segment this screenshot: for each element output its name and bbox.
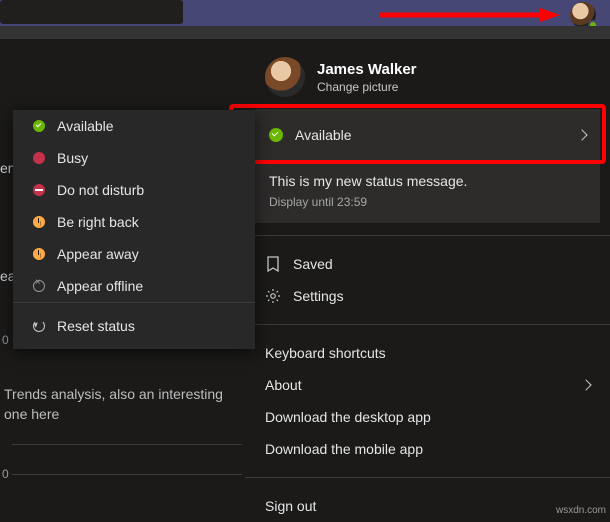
menu-separator xyxy=(245,235,610,236)
status-message-expiry: Display until 23:59 xyxy=(269,195,586,209)
status-option-dnd[interactable]: Do not disturb xyxy=(13,174,255,206)
profile-header: James Walker Change picture xyxy=(245,39,610,109)
status-option-busy[interactable]: Busy xyxy=(13,142,255,174)
status-submenu: Available Busy Do not disturb Be right b… xyxy=(13,110,255,349)
status-message-text: This is my new status message. xyxy=(269,173,586,189)
bg-divider xyxy=(12,474,242,475)
menu-download-mobile[interactable]: Download the mobile app xyxy=(245,433,610,465)
status-selector[interactable]: Available xyxy=(255,109,600,161)
change-picture-link[interactable]: Change picture xyxy=(317,80,417,94)
status-current-label: Available xyxy=(295,127,352,143)
presence-away-icon xyxy=(33,248,45,260)
status-option-away[interactable]: Appear away xyxy=(13,238,255,270)
presence-busy-icon xyxy=(33,152,45,164)
status-option-label: Do not disturb xyxy=(57,182,144,198)
profile-menu-panel: James Walker Change picture Available Th… xyxy=(245,39,610,518)
status-option-available[interactable]: Available xyxy=(13,110,255,142)
menu-label: Sign out xyxy=(265,498,316,514)
menu-label: Download the desktop app xyxy=(265,409,431,425)
bookmark-icon xyxy=(265,256,281,272)
status-reset-label: Reset status xyxy=(57,318,135,334)
search-region[interactable] xyxy=(0,0,183,24)
menu-label: Keyboard shortcuts xyxy=(265,345,386,361)
menu-keyboard-shortcuts[interactable]: Keyboard shortcuts xyxy=(245,337,610,369)
watermark: wsxdn.com xyxy=(556,505,606,516)
status-reset[interactable]: Reset status xyxy=(13,303,255,349)
menu-label: Download the mobile app xyxy=(265,441,423,457)
annotation-arrow xyxy=(380,8,560,22)
tabstrip-bg xyxy=(0,26,610,39)
status-option-label: Appear offline xyxy=(57,278,143,294)
status-option-offline[interactable]: Appear offline xyxy=(13,270,255,302)
title-bar xyxy=(0,0,610,26)
chevron-right-icon xyxy=(576,129,587,140)
menu-separator xyxy=(245,477,610,478)
bg-text-snippet: Trends analysis, also an interesting one… xyxy=(0,384,240,424)
gear-icon xyxy=(265,288,281,304)
status-option-label: Available xyxy=(57,118,114,134)
chevron-right-icon xyxy=(580,379,591,390)
menu-separator xyxy=(245,324,610,325)
bg-axis-tick: 0 xyxy=(2,467,9,481)
menu-label: Saved xyxy=(293,256,333,272)
menu-label: Settings xyxy=(293,288,344,304)
menu-download-desktop[interactable]: Download the desktop app xyxy=(245,401,610,433)
profile-avatar-button[interactable] xyxy=(570,2,596,28)
presence-available-icon xyxy=(33,120,45,132)
presence-dnd-icon xyxy=(33,184,45,196)
status-option-label: Be right back xyxy=(57,214,139,230)
menu-about[interactable]: About xyxy=(245,369,610,401)
profile-avatar[interactable] xyxy=(265,57,305,97)
menu-label: About xyxy=(265,377,302,393)
menu-settings[interactable]: Settings xyxy=(245,280,610,312)
presence-offline-icon xyxy=(33,280,45,292)
presence-brb-icon xyxy=(33,216,45,228)
bg-axis-tick: 0 xyxy=(2,333,9,347)
status-option-brb[interactable]: Be right back xyxy=(13,206,255,238)
bg-divider xyxy=(12,444,242,445)
reset-icon xyxy=(33,320,45,332)
profile-name: James Walker xyxy=(317,61,417,78)
presence-available-icon xyxy=(269,128,283,142)
status-option-label: Appear away xyxy=(57,246,139,262)
menu-saved[interactable]: Saved xyxy=(245,248,610,280)
status-message-button[interactable]: This is my new status message. Display u… xyxy=(255,161,600,223)
status-option-label: Busy xyxy=(57,150,88,166)
